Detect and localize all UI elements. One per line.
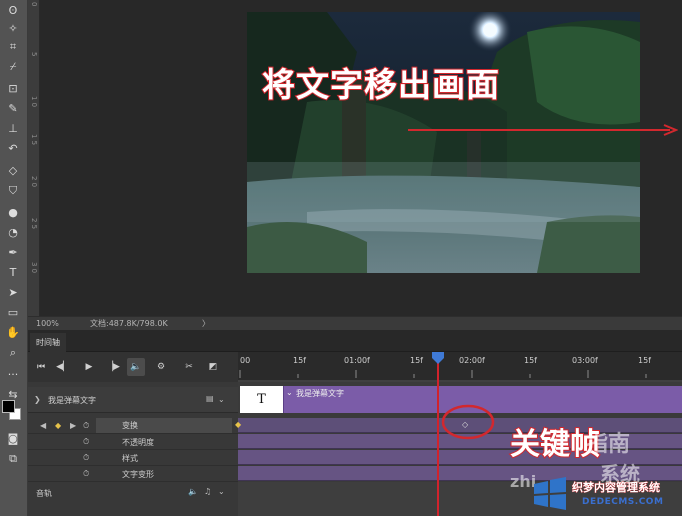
ruler-label: 1 0 [30,96,38,108]
zoom-tool-icon[interactable]: ⌕ [3,344,23,361]
ruler-label: 0 [30,2,38,7]
ruler-label: 5 [30,52,38,57]
blur-tool-icon[interactable]: ● [3,204,23,221]
time-label: 03:00f [572,356,598,365]
time-label: 02:00f [459,356,485,365]
property-name: 样式 [122,454,138,463]
layers-list: ❯ 我是弹幕文字 ▤ ⌄ ◀ ◆ ▶ ⏱ 变换 ⏱ 不透明度 ⏱ 样式 ⏱ 文字… [28,382,238,516]
chevron-down-icon[interactable]: ⌄ [286,388,293,397]
path-selection-tool-icon[interactable]: ➤ [3,284,23,301]
history-brush-tool-icon[interactable]: ↶ [3,140,23,157]
property-row-text-warp[interactable]: ⏱ 文字变形 [28,466,238,482]
transition-icon[interactable]: ◩ [204,358,222,376]
foreground-color-swatch[interactable] [2,400,15,413]
layer-row[interactable]: ❯ 我是弹幕文字 ▤ ⌄ [28,387,238,413]
tab-timeline[interactable]: 时间轴 [30,333,66,352]
ruler-label: 2 0 [30,176,38,188]
overlay-title-text: 将文字移出画面 [261,64,500,105]
time-label: 15f [293,356,306,365]
chevron-down-icon[interactable]: ⌄ [218,487,225,496]
audio-track-row[interactable]: 音轨 🔈 ♫ ⌄ [28,484,238,502]
keyframe-diamond-icon[interactable]: ◆ [235,420,241,429]
playback-controls: ⏮ ◀▏ ▶ ▕▶ 🔈 ⚙ ✂ ◩ [28,352,238,382]
stopwatch-icon[interactable]: ⏱ [83,421,89,431]
brush-tool-icon[interactable]: ✎ [3,100,23,117]
time-label: 15f [410,356,423,365]
playhead-line[interactable] [437,352,439,516]
forest-night-photo [247,12,640,273]
film-icon[interactable]: ▤ [206,394,214,403]
stopwatch-icon[interactable]: ⏱ [83,469,89,479]
clip-name: 我是弹幕文字 [296,389,344,398]
time-label: 15f [524,356,537,365]
eraser-tool-icon[interactable]: ◇ [3,162,23,179]
render-settings-gear-icon[interactable]: ⚙ [152,358,170,376]
stopwatch-icon[interactable]: ⏱ [83,437,89,447]
property-name: 不透明度 [122,438,154,447]
property-row-transform[interactable]: ◀ ◆ ▶ ⏱ 变换 [28,418,238,434]
panel-tab-bar: 时间轴 [28,330,682,352]
paint-bucket-tool-icon[interactable]: ⛉ [3,182,23,199]
type-layer-thumbnail: T [240,386,284,413]
windows-logo-icon [534,477,566,510]
time-label: 01:00f [344,356,370,365]
red-arrow-annotation [408,124,678,136]
time-ticks [238,370,682,382]
chevron-down-icon[interactable]: ⌄ [218,395,225,404]
red-ellipse-annotation [441,404,495,440]
document-size: 文档:487.8K/798.0K [90,319,168,328]
screen-mode-icon[interactable]: ⧉ [3,450,23,467]
status-bar: 100% 文档:487.8K/798.0K 〉 [28,316,682,330]
time-ruler[interactable]: 00 15f 01:00f 15f 02:00f 15f 03:00f 15f [238,352,682,382]
expand-chevron-icon[interactable]: ❯ [34,395,41,404]
magic-wand-tool-icon[interactable]: ✧ [3,20,23,37]
frame-tool-icon[interactable]: ⊡ [3,80,23,97]
dodge-tool-icon[interactable]: ◔ [3,224,23,241]
time-label: 00 [240,356,251,365]
quick-mask-icon[interactable]: ◙ [3,430,23,447]
next-frame-icon[interactable]: ▕▶ [104,358,122,376]
previous-frame-icon[interactable]: ◀▏ [54,358,72,376]
property-row-style[interactable]: ⏱ 样式 [28,450,238,466]
audio-toggle-icon[interactable]: 🔈 [127,358,145,376]
tools-panel: ʘ ✧ ⌗ ⌿ ⊡ ✎ ⊥ ↶ ◇ ⛉ ● ◔ ✒ T ➤ ▭ ✋ ⌕ ··· ⇆ ◙ ⧉ [0,0,28,516]
eyedropper-tool-icon[interactable]: ⌿ [3,58,23,75]
ruler-label: 3 0 [30,262,38,274]
stopwatch-icon[interactable]: ⏱ [83,453,89,463]
more-tools-icon[interactable]: ··· [3,366,23,383]
status-menu-arrow[interactable]: 〉 [202,318,210,329]
clone-stamp-tool-icon[interactable]: ⊥ [3,120,23,137]
crop-tool-icon[interactable]: ⌗ [3,38,23,55]
property-name: 文字变形 [122,470,154,479]
vertical-ruler: 0 5 1 0 1 5 2 0 2 5 3 0 [28,0,40,316]
audio-track-label: 音轨 [36,489,52,498]
split-at-playhead-icon[interactable]: ✂ [180,358,198,376]
shape-tool-icon[interactable]: ▭ [3,304,23,321]
next-keyframe-icon[interactable]: ▶ [70,421,76,430]
ruler-label: 1 5 [30,134,38,146]
type-tool-icon[interactable]: T [3,264,23,281]
zoom-level[interactable]: 100% [36,319,59,328]
property-name: 变换 [96,418,232,433]
hand-tool-icon[interactable]: ✋ [3,324,23,341]
watermark-badge: 织梦内容管理系统 [572,481,661,495]
lasso-tool-icon[interactable]: ʘ [3,2,23,19]
property-row-opacity[interactable]: ⏱ 不透明度 [28,434,238,450]
layer-name: 我是弹幕文字 [48,396,96,405]
time-label: 15f [638,356,651,365]
document-canvas-area[interactable] [41,0,682,316]
watermark-text: 指南 [586,432,631,457]
ruler-label: 2 5 [30,218,38,230]
prev-keyframe-icon[interactable]: ◀ [40,421,46,430]
speaker-icon[interactable]: 🔈 [188,487,198,496]
go-to-first-frame-icon[interactable]: ⏮ [32,358,50,376]
play-icon[interactable]: ▶ [80,358,98,376]
add-keyframe-icon[interactable]: ◆ [55,421,61,430]
playhead-handle-icon[interactable] [432,352,444,364]
watermark-domain: DEDECMS.COM [582,497,664,507]
music-note-icon[interactable]: ♫ [204,487,211,496]
pen-tool-icon[interactable]: ✒ [3,244,23,261]
